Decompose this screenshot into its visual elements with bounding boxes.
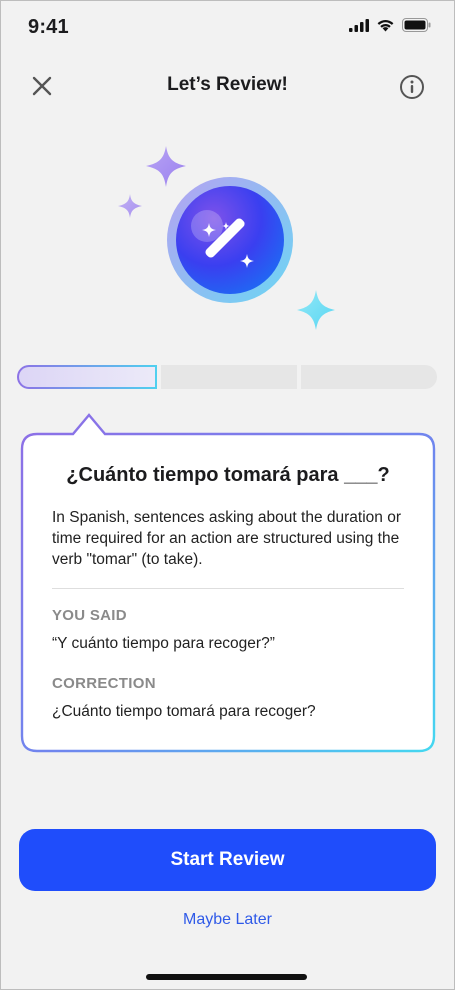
progress-segment <box>161 365 297 389</box>
wifi-icon <box>377 19 394 32</box>
cellular-signal-icon <box>349 18 369 32</box>
info-icon <box>400 75 424 99</box>
battery-icon <box>402 18 431 32</box>
you-said-value: “Y cuánto tiempo para recoger?” <box>52 635 275 652</box>
progress-segment <box>301 365 437 389</box>
correction-label: CORRECTION <box>52 675 156 692</box>
you-said-label: YOU SAID <box>52 607 127 624</box>
sparkle-icon <box>297 290 335 330</box>
divider <box>52 588 404 589</box>
correction-value: ¿Cuánto tiempo tomará para recoger? <box>52 703 316 720</box>
status-bar: 9:41 <box>0 0 455 56</box>
progress-segment-current <box>17 365 157 389</box>
status-icons <box>349 18 431 32</box>
sparkle-icon <box>146 146 186 187</box>
sparkle-icon <box>118 194 142 218</box>
page-title: Let’s Review! <box>167 74 288 95</box>
start-review-button[interactable]: Start Review <box>19 829 436 891</box>
card-title: ¿Cuánto tiempo tomará para ___? <box>66 464 390 486</box>
home-indicator <box>146 974 307 980</box>
progress-bar <box>17 365 437 389</box>
info-button[interactable] <box>399 74 425 100</box>
status-time: 9:41 <box>28 16 69 38</box>
maybe-later-link[interactable]: Maybe Later <box>0 911 455 929</box>
review-card: ¿Cuánto tiempo tomará para ___? In Spani… <box>19 412 437 754</box>
card-explanation: In Spanish, sentences asking about the d… <box>52 509 401 568</box>
hero-illustration <box>110 140 350 340</box>
